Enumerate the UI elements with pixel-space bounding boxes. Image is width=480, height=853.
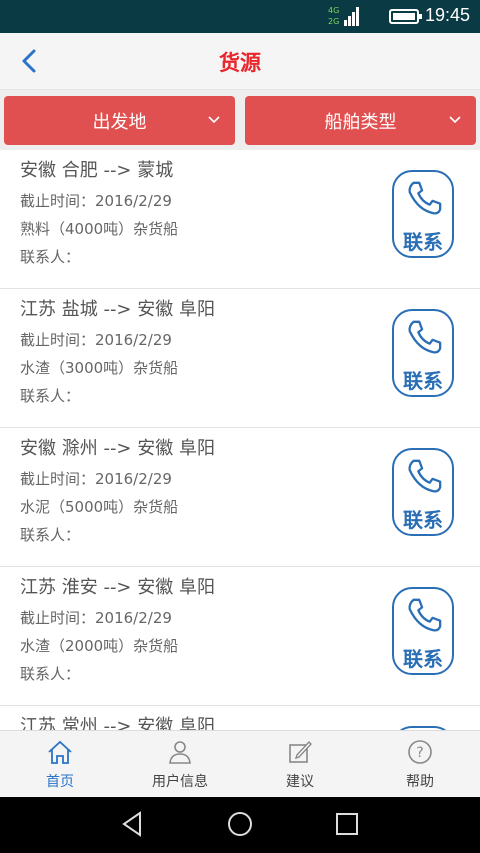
svg-text:?: ? <box>416 745 423 761</box>
chevron-down-icon <box>208 116 220 124</box>
chevron-down-icon <box>449 116 461 124</box>
tab-help[interactable]: ? 帮助 <box>360 731 480 798</box>
origin-filter-label: 出发地 <box>92 112 147 133</box>
edit-icon <box>289 740 312 763</box>
deadline-text: 截止时间：2016/2/29 <box>20 331 172 349</box>
tab-suggestions-label: 建议 <box>286 774 314 790</box>
phone-icon <box>408 181 442 215</box>
signal-icon: 4G 2G <box>328 6 359 26</box>
home-circle-icon[interactable] <box>225 809 255 839</box>
contact-button[interactable]: 联系 <box>392 448 454 536</box>
cargo-text: 水渣（3000吨）杂货船 <box>20 359 179 377</box>
bottom-tab-bar: 首页 用户信息 建议 ? 帮助 <box>0 730 480 797</box>
route-text: 江苏 常州 --> 安徽 阜阳 <box>20 716 215 730</box>
contact-person-text: 联系人： <box>20 665 81 683</box>
contact-button-label: 联系 <box>403 369 443 393</box>
tab-help-label: 帮助 <box>406 774 434 790</box>
list-item[interactable]: 江苏 常州 --> 安徽 阜阳 <box>0 706 480 730</box>
contact-button-label: 联系 <box>403 647 443 671</box>
status-bar: 4G 2G 19:45 <box>0 0 480 33</box>
home-icon <box>48 740 72 764</box>
phone-icon <box>408 598 442 632</box>
contact-button-label: 联系 <box>403 508 443 532</box>
page-title: 货源 <box>219 51 261 75</box>
contact-button[interactable]: 联系 <box>392 587 454 675</box>
back-triangle-icon[interactable] <box>118 809 148 839</box>
clock: 19:45 <box>425 5 471 25</box>
contact-person-text: 联系人： <box>20 526 81 544</box>
help-icon: ? <box>408 740 432 764</box>
contact-person-text: 联系人： <box>20 248 81 266</box>
origin-filter-dropdown[interactable]: 出发地 <box>4 96 235 145</box>
route-text: 江苏 盐城 --> 安徽 阜阳 <box>20 299 215 320</box>
route-text: 安徽 滁州 --> 安徽 阜阳 <box>20 438 215 459</box>
tab-home-label: 首页 <box>46 774 74 790</box>
network-top-label: 4G <box>328 6 339 15</box>
contact-person-text: 联系人： <box>20 387 81 405</box>
filter-bar: 出发地 船舶类型 <box>0 90 480 150</box>
cargo-text: 水渣（2000吨）杂货船 <box>20 637 179 655</box>
list-item[interactable]: 江苏 盐城 --> 安徽 阜阳 截止时间：2016/2/29 水渣（3000吨）… <box>0 289 480 428</box>
contact-button[interactable]: 联系 <box>392 309 454 397</box>
list-item[interactable]: 安徽 滁州 --> 安徽 阜阳 截止时间：2016/2/29 水泥（5000吨）… <box>0 428 480 567</box>
phone-icon <box>408 459 442 493</box>
phone-icon <box>408 320 442 354</box>
system-nav-bar <box>0 797 480 853</box>
ship-type-filter-label: 船舶类型 <box>324 112 397 133</box>
route-text: 安徽 合肥 --> 蒙城 <box>20 160 174 181</box>
deadline-text: 截止时间：2016/2/29 <box>20 609 172 627</box>
recents-square-icon[interactable] <box>332 809 362 839</box>
tab-user-info-label: 用户信息 <box>152 774 208 790</box>
deadline-text: 截止时间：2016/2/29 <box>20 470 172 488</box>
cargo-text: 熟料（4000吨）杂货船 <box>20 220 179 238</box>
battery-icon <box>389 9 422 24</box>
cargo-list[interactable]: 安徽 合肥 --> 蒙城 截止时间：2016/2/29 熟料（4000吨）杂货船… <box>0 150 480 730</box>
contact-button[interactable]: 联系 <box>392 170 454 258</box>
route-text: 江苏 淮安 --> 安徽 阜阳 <box>20 577 215 598</box>
app-bar: 货源 <box>0 33 480 90</box>
cargo-text: 水泥（5000吨）杂货船 <box>20 498 179 516</box>
contact-button-label: 联系 <box>403 230 443 254</box>
list-item[interactable]: 安徽 合肥 --> 蒙城 截止时间：2016/2/29 熟料（4000吨）杂货船… <box>0 150 480 289</box>
tab-home[interactable]: 首页 <box>0 731 120 798</box>
deadline-text: 截止时间：2016/2/29 <box>20 192 172 210</box>
tab-suggestions[interactable]: 建议 <box>240 731 360 798</box>
list-item[interactable]: 江苏 淮安 --> 安徽 阜阳 截止时间：2016/2/29 水渣（2000吨）… <box>0 567 480 706</box>
ship-type-filter-dropdown[interactable]: 船舶类型 <box>245 96 476 145</box>
tab-user-info[interactable]: 用户信息 <box>120 731 240 798</box>
user-icon <box>169 741 191 764</box>
network-bottom-label: 2G <box>328 17 339 26</box>
